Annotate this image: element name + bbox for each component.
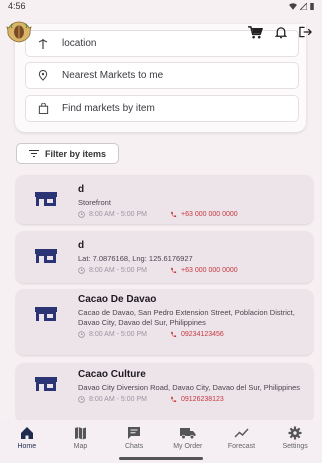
nav-my-order[interactable]: My Order: [163, 426, 213, 450]
filter-icon: [29, 150, 39, 157]
nav-map[interactable]: Map: [55, 426, 105, 450]
market-hours: 8:00 AM - 5:00 PM: [89, 211, 147, 218]
phone-icon: [170, 267, 177, 274]
nav-forecast[interactable]: Forecast: [216, 426, 266, 450]
app-bar: [0, 12, 322, 52]
nav-home-label: Home: [17, 443, 37, 450]
trend-icon: [234, 428, 249, 438]
map-icon: [74, 427, 86, 440]
nav-home[interactable]: Home: [2, 426, 52, 450]
nav-chats-label: Chats: [124, 443, 144, 450]
market-phone: +63 000 000 0000: [181, 211, 238, 218]
market-phone: +63 000 000 0000: [181, 267, 238, 274]
market-address: Cacao de Davao, San Pedro Extension Stre…: [78, 308, 295, 327]
market-address: Davao City Diversion Road, Davao City, D…: [78, 383, 301, 392]
wifi-icon: [289, 2, 297, 10]
market-card[interactable]: Cacao De Davao Cacao de Davao, San Pedro…: [16, 289, 313, 355]
market-card[interactable]: d Storefront 8:00 AM - 5:00 PM +63 000 0…: [16, 175, 313, 224]
market-name: d: [78, 240, 85, 251]
nav-settings-label: Settings: [282, 443, 308, 450]
status-time: 4:56: [8, 1, 26, 11]
market-phone: 09234123456: [181, 331, 224, 338]
signal-icon: [300, 2, 307, 10]
phone-icon: [170, 211, 177, 218]
status-bar: 4:56: [0, 0, 322, 12]
home-indicator: [119, 457, 203, 460]
truck-icon: [179, 428, 196, 440]
nav-settings[interactable]: Settings: [270, 426, 320, 450]
nav-forecast-label: Forecast: [227, 443, 256, 450]
store-icon: [35, 192, 57, 206]
find-by-item-option[interactable]: Find markets by item: [25, 95, 299, 122]
market-card[interactable]: d Lat: 7.0876168, Lng: 125.6176927 8:00 …: [16, 231, 313, 283]
store-icon: [35, 249, 57, 263]
cart-icon[interactable]: [248, 25, 263, 39]
find-by-item-label: Find markets by item: [62, 103, 155, 114]
store-icon: [35, 377, 57, 391]
market-name: Cacao Culture: [78, 369, 146, 380]
clock-icon: [78, 267, 85, 274]
nav-map-label: Map: [73, 443, 88, 450]
bag-icon: [36, 103, 50, 114]
clock-icon: [78, 211, 85, 218]
nav-chats[interactable]: Chats: [109, 426, 159, 450]
clock-icon: [78, 331, 85, 338]
bell-icon[interactable]: [275, 26, 287, 39]
nav-my-order-label: My Order: [173, 443, 203, 450]
chat-icon: [128, 427, 141, 439]
battery-icon: [310, 2, 314, 10]
nearest-markets-option[interactable]: Nearest Markets to me: [25, 62, 299, 89]
logout-icon[interactable]: [299, 26, 312, 38]
market-address: Storefront: [78, 198, 111, 207]
store-icon: [35, 307, 57, 321]
market-name: Cacao De Davao: [78, 294, 157, 305]
market-name: d: [78, 184, 85, 195]
app-logo: [6, 19, 32, 45]
market-phone: 09126238123: [181, 396, 224, 403]
market-address: Lat: 7.0876168, Lng: 125.6176927: [78, 254, 193, 263]
filter-by-items-button[interactable]: Filter by items: [16, 143, 120, 164]
market-hours: 8:00 AM - 5:00 PM: [89, 331, 147, 338]
home-icon: [20, 427, 33, 439]
gear-icon: [288, 426, 302, 440]
status-icons: [289, 2, 314, 10]
phone-icon: [170, 331, 177, 338]
clock-icon: [78, 396, 85, 403]
market-card[interactable]: Cacao Culture Davao City Diversion Road,…: [16, 363, 313, 421]
market-hours: 8:00 AM - 5:00 PM: [89, 267, 147, 274]
bottom-navigation: Home Map Chats My Order Forecast Setting…: [0, 420, 322, 463]
filter-label: Filter by items: [45, 148, 107, 159]
pin-icon: [36, 70, 50, 81]
nearest-markets-label: Nearest Markets to me: [62, 70, 164, 81]
phone-icon: [170, 396, 177, 403]
market-hours: 8:00 AM - 5:00 PM: [89, 396, 147, 403]
